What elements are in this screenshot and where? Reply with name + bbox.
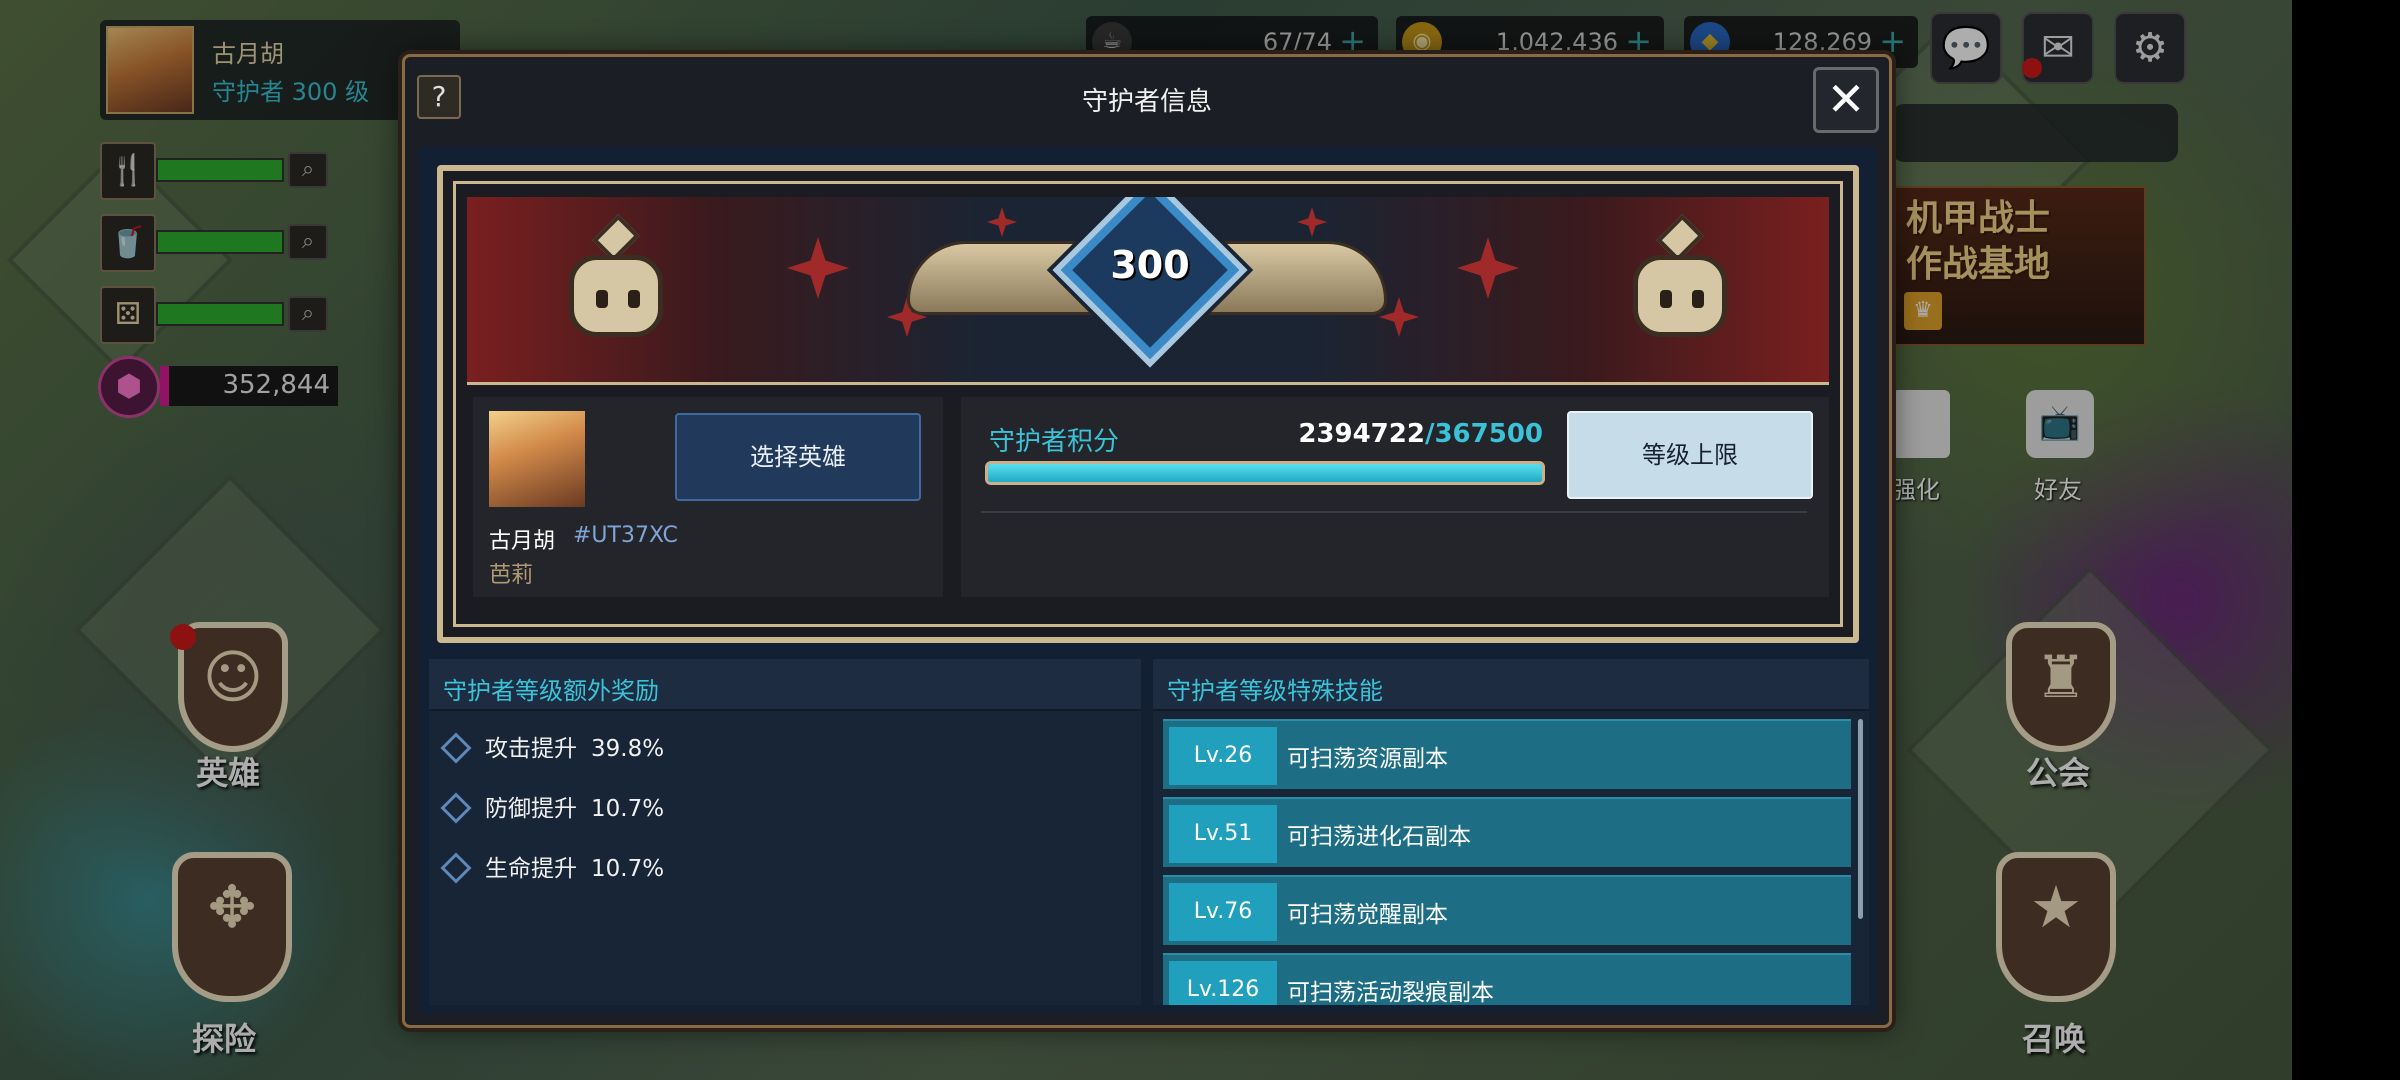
profile-name: 古月胡 [489, 529, 556, 554]
diamond-bullet-icon [440, 732, 472, 764]
guardian-points-card: 守护者积分 2394722/367500 等级上限 [961, 397, 1829, 597]
robot-mascot-left [551, 214, 681, 375]
skill-text: 可扫荡觉醒副本 [1287, 902, 1448, 928]
star-ornament-icon [987, 207, 1017, 237]
points-current: 2394722 [1298, 419, 1425, 449]
dialog-body: 300 古月胡 #UT37XC 芭莉 选择英雄 守护者积分 2394722/36… [419, 147, 1877, 1013]
bonus-panel-title: 守护者等级额外奖励 [429, 659, 1141, 711]
skill-text: 可扫荡进化石副本 [1287, 824, 1471, 850]
bonus-value: 10.7% [591, 796, 665, 822]
bonus-name: 攻击提升 [485, 736, 577, 762]
skill-level: Lv.26 [1169, 727, 1277, 785]
profile-hero-name: 芭莉 [489, 563, 534, 588]
level-cap-button[interactable]: 等级上限 [1567, 411, 1813, 499]
diamond-bullet-icon [440, 792, 472, 824]
robot-eye [1660, 290, 1672, 308]
star-ornament-icon [787, 237, 849, 299]
bonus-name: 防御提升 [485, 796, 577, 822]
diamond-bullet-icon [440, 852, 472, 884]
bonus-item: 生命提升 10.7% [440, 849, 665, 889]
divider [981, 511, 1807, 513]
level-banner-art: 300 [467, 197, 1829, 385]
hero-avatar [489, 411, 585, 507]
skill-level: Lv.76 [1169, 883, 1277, 941]
robot-eye [596, 290, 608, 308]
points-value: 2394722/367500 [1298, 419, 1543, 449]
guardian-level: 300 [1110, 243, 1190, 287]
skill-row: Lv.51 可扫荡进化石副本 [1163, 797, 1851, 867]
robot-head [1633, 255, 1727, 337]
skill-row: Lv.126 可扫荡活动裂痕副本 [1163, 953, 1851, 1005]
dialog-title: 守护者信息 [1081, 87, 1212, 117]
guardian-info-dialog: ? 守护者信息 ✕ 300 古月胡 #UT37XC 芭莉 选择英雄 守护者积分 … [402, 54, 1892, 1028]
robot-eye [1692, 290, 1704, 308]
skill-text: 可扫荡活动裂痕副本 [1287, 980, 1494, 1005]
skill-level: Lv.51 [1169, 805, 1277, 863]
robot-eye [628, 290, 640, 308]
points-max: 367500 [1434, 419, 1543, 449]
points-progress-bar [985, 461, 1545, 485]
level-banner-frame: 300 古月胡 #UT37XC 芭莉 选择英雄 守护者积分 2394722/36… [437, 165, 1859, 643]
points-label: 守护者积分 [989, 427, 1120, 457]
profile-tag: #UT37XC [573, 523, 678, 548]
skill-row: Lv.26 可扫荡资源副本 [1163, 719, 1851, 789]
guardian-profile-card: 古月胡 #UT37XC 芭莉 选择英雄 [473, 397, 943, 597]
skill-row: Lv.76 可扫荡觉醒副本 [1163, 875, 1851, 945]
bonus-value: 10.7% [591, 856, 665, 882]
skill-level: Lv.126 [1169, 961, 1277, 1005]
level-bonus-panel: 守护者等级额外奖励 攻击提升 39.8% 防御提升 10.7% 生命提升 10.7% [429, 659, 1141, 1005]
skills-scrollbar[interactable] [1858, 719, 1863, 919]
star-ornament-icon [1297, 207, 1327, 237]
star-ornament-icon [1457, 237, 1519, 299]
bonus-name: 生命提升 [485, 856, 577, 882]
bonus-item: 防御提升 10.7% [440, 789, 665, 829]
skills-panel-title: 守护者等级特殊技能 [1153, 659, 1869, 711]
letterbox-bar [2292, 0, 2400, 1080]
close-button[interactable]: ✕ [1813, 67, 1879, 133]
skill-text: 可扫荡资源副本 [1287, 746, 1448, 772]
special-skills-panel[interactable]: 守护者等级特殊技能 Lv.26 可扫荡资源副本 Lv.51 可扫荡进化石副本 L… [1153, 659, 1869, 1005]
bonus-item: 攻击提升 39.8% [440, 729, 665, 769]
points-progress-fill [988, 464, 1542, 482]
select-hero-button[interactable]: 选择英雄 [675, 413, 921, 501]
robot-head [569, 255, 663, 337]
bonus-value: 39.8% [591, 736, 665, 762]
robot-mascot-right [1615, 214, 1745, 375]
